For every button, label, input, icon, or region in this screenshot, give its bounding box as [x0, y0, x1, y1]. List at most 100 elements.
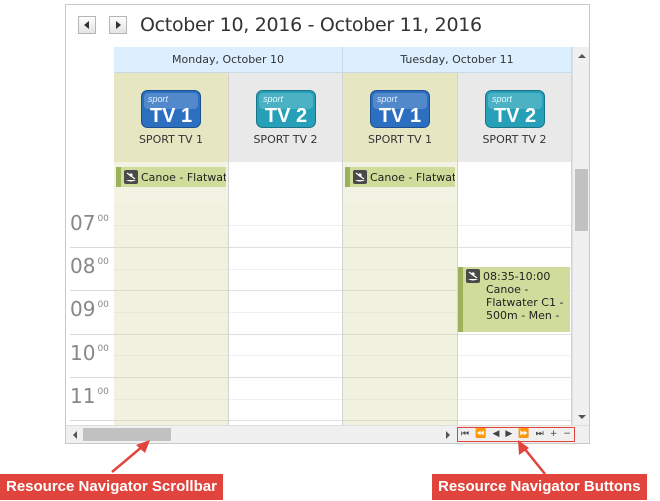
resource-header-sport-tv-1[interactable]: sport TV 1 SPORT TV 1 — [343, 73, 458, 162]
hour-text: 09 — [70, 297, 96, 321]
allday-cell[interactable] — [229, 162, 343, 203]
allday-cell[interactable] — [458, 162, 572, 203]
increase-visible-resources-button[interactable]: + — [550, 428, 558, 441]
half-hour-line — [343, 312, 457, 313]
hour-line — [229, 290, 342, 291]
half-hour-line — [114, 312, 228, 313]
resource-navigator-scrollbar-callout: Resource Navigator Scrollbar — [0, 474, 223, 500]
day-header-tuesday[interactable]: Tuesday, October 11 — [343, 47, 572, 73]
logo-main-text: TV 2 — [264, 105, 306, 127]
resource-name: SPORT TV 2 — [482, 133, 547, 146]
half-hour-line — [343, 399, 457, 400]
hour-line — [458, 377, 571, 378]
canoe-sport-icon — [353, 170, 367, 184]
sport-tv-2-logo-icon: sport TV 2 — [484, 90, 545, 128]
appointment-subject-line: Canoe - — [486, 283, 529, 296]
resource-navigator: ⏮ ⏪ ◀ ▶ ⏩ ⏭ + − — [66, 425, 589, 443]
hour-label: 11 00 — [70, 384, 109, 408]
hour-line — [343, 290, 457, 291]
scheduler-control: October 10, 2016 - October 11, 2016 Mond… — [65, 4, 590, 444]
allday-appointment[interactable]: Canoe - Flatwater C1 - 500m - Men — [345, 167, 455, 187]
half-hour-line — [458, 225, 571, 226]
toolbar: October 10, 2016 - October 11, 2016 — [66, 5, 589, 47]
allday-cell[interactable]: Canoe - Flatwater C1 - 500m - Men — [343, 162, 458, 203]
scroll-up-button[interactable] — [573, 47, 589, 64]
navigate-forward-button[interactable] — [109, 16, 127, 34]
resource-name: SPORT TV 2 — [253, 133, 318, 146]
appointment[interactable]: 08:35-10:00 Canoe - Flatwater C1 - 500m … — [458, 267, 570, 332]
hour-line — [229, 334, 342, 335]
resource-navigator-scroll-thumb[interactable] — [83, 428, 171, 441]
next-page-button[interactable]: ⏩ — [518, 428, 529, 441]
appointment-subject: Canoe - Flatwater C1 - 500m - Men — [370, 170, 455, 184]
chevron-right-icon — [445, 430, 450, 439]
hour-line — [114, 290, 228, 291]
appointment-time: 08:35-10:00 — [483, 269, 551, 283]
hour-divider — [70, 334, 114, 335]
previous-page-button[interactable]: ⏪ — [475, 428, 486, 441]
hour-line — [114, 377, 228, 378]
decrease-visible-resources-button[interactable]: − — [563, 428, 571, 441]
half-hour-line — [343, 355, 457, 356]
triangle-right-icon — [116, 21, 121, 29]
vertical-scroll-thumb[interactable] — [575, 169, 588, 231]
resource-header-sport-tv-1[interactable]: sport TV 1 SPORT TV 1 — [114, 73, 229, 162]
hour-line — [343, 334, 457, 335]
time-cell-column[interactable] — [229, 203, 343, 425]
hour-line — [458, 247, 571, 248]
half-hour-line — [229, 269, 342, 270]
hour-line — [458, 334, 571, 335]
minute-text: 00 — [97, 214, 109, 224]
canoe-sport-icon — [124, 170, 138, 184]
minute-text: 00 — [97, 344, 109, 354]
hour-line — [343, 247, 457, 248]
half-hour-line — [343, 225, 457, 226]
half-hour-line — [114, 269, 228, 270]
half-hour-line — [343, 269, 457, 270]
hour-label: 09 00 — [70, 297, 109, 321]
resource-navigator-buttons: ⏮ ⏪ ◀ ▶ ⏩ ⏭ + − — [457, 427, 575, 442]
hour-divider — [70, 377, 114, 378]
last-resource-button[interactable]: ⏭ — [536, 428, 544, 441]
chevron-up-icon — [577, 53, 586, 58]
hour-label: 08 00 — [70, 254, 109, 278]
hour-text: 07 — [70, 211, 96, 235]
vertical-scrollbar[interactable] — [572, 47, 589, 425]
minute-text: 00 — [97, 300, 109, 310]
hour-text: 11 — [70, 384, 96, 408]
hour-divider — [70, 290, 114, 291]
scroll-right-button[interactable] — [439, 426, 456, 443]
first-resource-button[interactable]: ⏮ — [461, 428, 469, 441]
logo-top-text: sport — [263, 94, 284, 104]
minute-text: 00 — [97, 257, 109, 267]
hour-line — [458, 420, 571, 421]
time-ruler: 07 00 08 00 09 00 10 00 11 00 — [66, 203, 114, 425]
half-hour-line — [229, 399, 342, 400]
sport-tv-1-logo-icon: sport TV 1 — [141, 90, 201, 128]
hour-text: 10 — [70, 341, 96, 365]
scroll-left-button[interactable] — [66, 426, 83, 443]
triangle-left-icon — [84, 21, 89, 29]
navigate-backward-button[interactable] — [78, 16, 96, 34]
time-cell-column[interactable] — [114, 203, 229, 425]
next-resource-button[interactable]: ▶ — [505, 428, 512, 441]
scroll-down-button[interactable] — [573, 408, 589, 425]
hour-line — [229, 377, 342, 378]
hour-divider — [70, 420, 114, 421]
resource-header-sport-tv-2[interactable]: sport TV 2 SPORT TV 2 — [229, 73, 343, 162]
half-hour-line — [114, 355, 228, 356]
hour-line — [114, 420, 228, 421]
sport-tv-1-logo-icon: sport TV 1 — [370, 90, 430, 128]
time-cell-column[interactable] — [343, 203, 458, 425]
resource-header-sport-tv-2[interactable]: sport TV 2 SPORT TV 2 — [458, 73, 572, 162]
allday-cell[interactable]: Canoe - Flatwater C1 - 500m - Men — [114, 162, 229, 203]
half-hour-line — [458, 355, 571, 356]
hour-line — [229, 420, 342, 421]
allday-appointment[interactable]: Canoe - Flatwater C1 - 500m - Men — [116, 167, 226, 187]
hour-label: 07 00 — [70, 211, 109, 235]
logo-top-text: sport — [148, 94, 169, 104]
day-header-monday[interactable]: Monday, October 10 — [114, 47, 343, 73]
half-hour-line — [458, 399, 571, 400]
previous-resource-button[interactable]: ◀ — [492, 428, 499, 441]
hour-line — [229, 247, 342, 248]
